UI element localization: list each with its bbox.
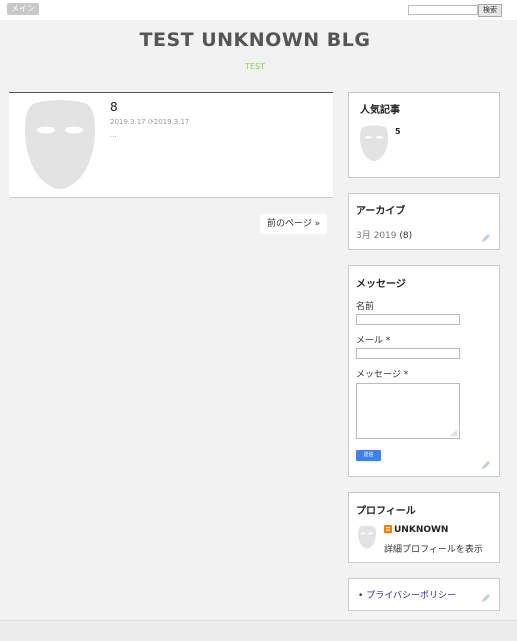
- name-field[interactable]: [356, 314, 460, 325]
- post-dates: 2019.3.17 ⟳2019.3.17: [110, 118, 189, 126]
- profile-widget: プロフィール UNKNOWN 詳細プロフィールを表示: [348, 492, 500, 563]
- archive-widget: アーカイブ 3月 2019 (8): [348, 193, 500, 250]
- widget-title: メッセージ: [356, 279, 406, 290]
- send-button[interactable]: 送信: [356, 450, 381, 461]
- popular-post-title[interactable]: 5: [395, 127, 401, 136]
- archive-count: (8): [399, 231, 413, 241]
- email-field[interactable]: [356, 348, 460, 359]
- blogger-icon: [384, 525, 392, 533]
- avatar: [358, 525, 376, 549]
- archive-entry: 3月 2019 (8): [356, 228, 412, 241]
- required-mark: *: [385, 336, 391, 346]
- view-profile-link[interactable]: 詳細プロフィールを表示: [384, 542, 483, 555]
- post-card: 8 2019.3.17 ⟳2019.3.17 ...: [9, 92, 333, 198]
- resize-handle-icon[interactable]: [451, 430, 457, 436]
- message-label: メッセージ *: [356, 367, 408, 380]
- search-button[interactable]: 検索: [478, 4, 502, 17]
- email-label-text: メール: [356, 336, 384, 346]
- message-label-text: メッセージ: [356, 370, 401, 380]
- menu-button[interactable]: メイン: [7, 3, 39, 15]
- popular-posts-widget: 人気記事 5: [348, 92, 500, 178]
- blog-title[interactable]: TEST UNKNOWN BLG: [0, 29, 510, 51]
- search-input[interactable]: [408, 5, 478, 15]
- post-date: 2019.3.17: [110, 118, 146, 126]
- edit-icon[interactable]: [481, 460, 491, 470]
- archive-month-link[interactable]: 3月 2019: [356, 231, 397, 241]
- required-mark: *: [403, 370, 409, 380]
- privacy-policy-link[interactable]: プライバシーポリシー: [366, 591, 456, 601]
- footer: [0, 620, 517, 641]
- pages-widget: • プライバシーポリシー: [348, 578, 500, 611]
- edit-icon[interactable]: [481, 233, 491, 243]
- contact-form-widget: メッセージ 名前 メール * メッセージ * 送信: [348, 265, 500, 477]
- top-navbar: メイン 検索: [0, 0, 517, 20]
- widget-title: 人気記事: [360, 105, 400, 116]
- profile-name[interactable]: UNKNOWN: [394, 525, 448, 535]
- post-excerpt: ...: [110, 131, 117, 139]
- bullet: •: [358, 591, 364, 601]
- name-label: 名前: [356, 302, 375, 312]
- older-posts-link[interactable]: 前のページ »: [260, 214, 328, 234]
- post-updated-date: 2019.3.17: [153, 118, 190, 126]
- pages-list-item: • プライバシーポリシー: [358, 588, 456, 601]
- mask-thumbnail-icon[interactable]: [21, 99, 99, 189]
- mask-thumbnail-icon[interactable]: [358, 125, 390, 161]
- widget-title: プロフィール: [356, 506, 416, 517]
- widget-title: アーカイブ: [356, 206, 406, 217]
- blog-description: TEST: [245, 62, 265, 71]
- edit-icon[interactable]: [481, 593, 491, 603]
- message-textarea[interactable]: [356, 383, 460, 439]
- post-title[interactable]: 8: [110, 100, 118, 114]
- email-label: メール *: [356, 333, 390, 346]
